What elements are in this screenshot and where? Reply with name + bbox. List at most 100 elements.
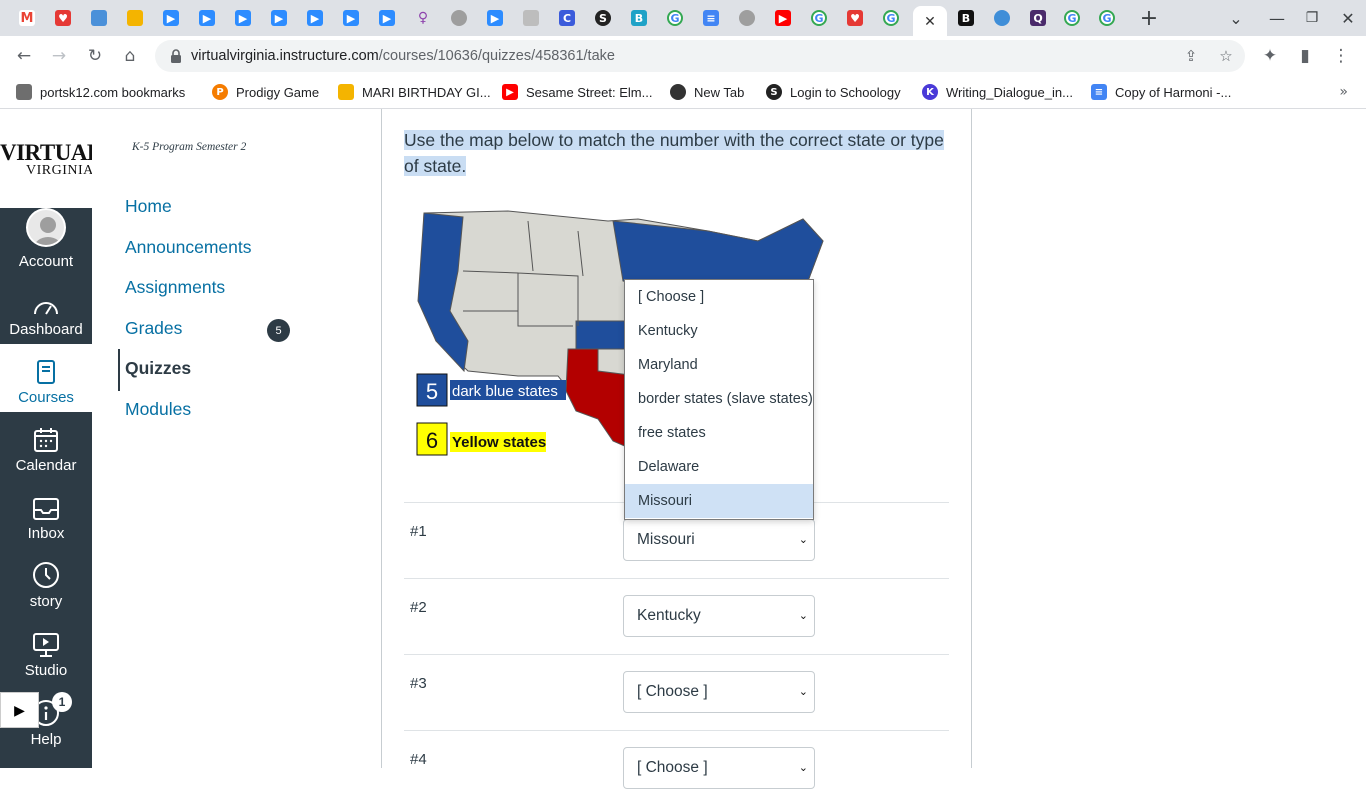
home-icon[interactable]: ⌂ bbox=[118, 44, 142, 68]
nav-history[interactable]: story bbox=[0, 548, 92, 616]
dropdown-option[interactable]: free states bbox=[625, 416, 813, 450]
tab-image[interactable] bbox=[517, 6, 545, 30]
dropdown-option[interactable]: [ Choose ] bbox=[625, 280, 813, 314]
bookmark-item[interactable]: portsk12.com bookmarks bbox=[16, 84, 185, 100]
answer-row: #2 Kentucky ⌄ bbox=[404, 578, 949, 654]
answer-select[interactable]: Kentucky ⌄ bbox=[623, 595, 815, 637]
course-title[interactable]: K-5 Program Semester 2 bbox=[132, 141, 246, 153]
star-icon[interactable]: ☆ bbox=[1216, 46, 1236, 66]
tab-slides[interactable] bbox=[121, 6, 149, 30]
tab-bookmark[interactable]: B bbox=[952, 6, 980, 30]
side-panel-icon[interactable]: ▮ bbox=[1293, 44, 1317, 68]
menu-icon[interactable]: ⋮ bbox=[1329, 44, 1353, 68]
more-bookmarks-icon[interactable]: » bbox=[1339, 84, 1348, 100]
globe-icon bbox=[670, 84, 686, 100]
tab-schoology[interactable]: S bbox=[589, 6, 617, 30]
answer-select[interactable]: [ Choose ] ⌄ bbox=[623, 671, 815, 713]
nav-account[interactable]: Account bbox=[0, 208, 92, 276]
tab-zoom-3[interactable]: ▶ bbox=[229, 6, 257, 30]
tab-zoom-1[interactable]: ▶ bbox=[157, 6, 185, 30]
bookmark-item[interactable]: K Writing_Dialogue_in... bbox=[922, 84, 1073, 100]
tab-google-3[interactable]: G bbox=[877, 6, 905, 30]
google-icon: G bbox=[811, 10, 827, 26]
tab-globe-1[interactable] bbox=[445, 6, 473, 30]
browser-toolbar: ← → ↻ ⌂ virtualvirginia.instructure.com/… bbox=[0, 36, 1366, 76]
address-bar[interactable]: virtualvirginia.instructure.com/courses/… bbox=[155, 40, 1245, 72]
nav-calendar[interactable]: Calendar bbox=[0, 412, 92, 480]
answer-select[interactable]: [ Choose ] ⌄ bbox=[623, 747, 815, 789]
tab-zoom-6[interactable]: ▶ bbox=[337, 6, 365, 30]
bookmark-item[interactable]: P Prodigy Game bbox=[212, 84, 319, 100]
reload-icon[interactable]: ↻ bbox=[83, 44, 107, 68]
account-icon bbox=[34, 217, 62, 245]
tab-gmail[interactable]: M bbox=[13, 6, 41, 30]
bookmark-item[interactable]: ≡ Copy of Harmoni -... bbox=[1091, 84, 1231, 100]
tab-earth[interactable] bbox=[988, 6, 1016, 30]
youtube-icon: ▶ bbox=[502, 84, 518, 100]
close-window-icon[interactable]: ✕ bbox=[1334, 6, 1362, 30]
course-nav-grades[interactable]: Grades bbox=[125, 318, 182, 339]
google-icon: G bbox=[667, 10, 683, 26]
new-tab-button[interactable]: + bbox=[1135, 6, 1163, 31]
dropdown-option[interactable]: Maryland bbox=[625, 348, 813, 382]
tab-google-2[interactable]: G bbox=[805, 6, 833, 30]
tab-classroom[interactable] bbox=[85, 6, 113, 30]
slides-icon bbox=[127, 10, 143, 26]
bookmark-item[interactable]: ▶ Sesame Street: Elm... bbox=[502, 84, 652, 100]
forward-icon[interactable]: → bbox=[47, 44, 71, 68]
dropdown-option-highlighted[interactable]: Missouri bbox=[625, 484, 813, 518]
tab-zoom-4[interactable]: ▶ bbox=[265, 6, 293, 30]
tab-docs[interactable]: ≡ bbox=[697, 6, 725, 30]
virtual-virginia-logo[interactable]: VIRTUAL VIRGINIA bbox=[0, 141, 102, 178]
tab-bulb[interactable]: ♀ bbox=[409, 6, 437, 30]
course-nav-quizzes[interactable]: Quizzes bbox=[125, 358, 191, 379]
tab-zoom-8[interactable]: ▶ bbox=[481, 6, 509, 30]
nav-studio[interactable]: Studio bbox=[0, 617, 92, 685]
answer-dropdown-list: [ Choose ] Kentucky Maryland border stat… bbox=[624, 279, 814, 520]
dropdown-option[interactable]: Delaware bbox=[625, 450, 813, 484]
restore-icon[interactable]: ❐ bbox=[1298, 6, 1326, 30]
tab-youtube[interactable]: ▶ bbox=[769, 6, 797, 30]
tab-globe-2[interactable] bbox=[733, 6, 761, 30]
close-tab-icon[interactable]: ✕ bbox=[924, 13, 936, 30]
tab-heart[interactable]: ♥ bbox=[49, 6, 77, 30]
dropdown-option[interactable]: Kentucky bbox=[625, 314, 813, 348]
tab-zoom-5[interactable]: ▶ bbox=[301, 6, 329, 30]
nav-inbox[interactable]: Inbox bbox=[0, 480, 92, 548]
tab-google-4[interactable]: G bbox=[1058, 6, 1086, 30]
extensions-icon[interactable]: ✦ bbox=[1258, 44, 1282, 68]
tab-zoom-7[interactable]: ▶ bbox=[373, 6, 401, 30]
minimize-icon[interactable]: — bbox=[1263, 6, 1291, 30]
bookmark-item[interactable]: S Login to Schoology bbox=[766, 84, 901, 100]
course-nav-assignments[interactable]: Assignments bbox=[125, 277, 225, 298]
schoology-icon: S bbox=[766, 84, 782, 100]
course-nav-home[interactable]: Home bbox=[125, 196, 172, 217]
tab-zoom-2[interactable]: ▶ bbox=[193, 6, 221, 30]
nav-courses[interactable]: Courses bbox=[0, 344, 92, 412]
nav-dashboard[interactable]: Dashboard bbox=[0, 276, 92, 344]
course-nav-announcements[interactable]: Announcements bbox=[125, 237, 251, 258]
back-icon[interactable]: ← bbox=[12, 44, 36, 68]
share-icon[interactable]: ⇪ bbox=[1181, 46, 1201, 66]
help-badge: 1 bbox=[52, 692, 72, 712]
tab-quizlet[interactable]: Q bbox=[1024, 6, 1052, 30]
tab-search-chevron-icon[interactable]: ⌄ bbox=[1222, 6, 1250, 30]
bookmark-item[interactable]: New Tab bbox=[670, 84, 744, 100]
tab-boom[interactable]: B bbox=[625, 6, 653, 30]
course-nav-modules[interactable]: Modules bbox=[125, 399, 191, 420]
earth-icon bbox=[994, 10, 1010, 26]
answer-row: #4 [ Choose ] ⌄ bbox=[404, 730, 949, 806]
calendar-icon bbox=[34, 428, 58, 452]
tab-google-5[interactable]: G bbox=[1093, 6, 1121, 30]
answer-row: #3 [ Choose ] ⌄ bbox=[404, 654, 949, 730]
tab-active[interactable]: ✕ bbox=[913, 6, 947, 36]
tab-google-1[interactable]: G bbox=[661, 6, 689, 30]
bookmarks-bar: portsk12.com bookmarks P Prodigy Game MAR… bbox=[0, 76, 1366, 109]
lock-icon[interactable] bbox=[169, 48, 183, 64]
answer-select[interactable]: Missouri ⌄ bbox=[623, 519, 815, 561]
tab-canva[interactable]: C bbox=[553, 6, 581, 30]
play-button[interactable]: ▶ bbox=[0, 692, 39, 728]
bookmark-item[interactable]: MARI BIRTHDAY GI... bbox=[338, 84, 491, 100]
dropdown-option[interactable]: border states (slave states) bbox=[625, 382, 813, 416]
tab-heart-2[interactable]: ♥ bbox=[841, 6, 869, 30]
